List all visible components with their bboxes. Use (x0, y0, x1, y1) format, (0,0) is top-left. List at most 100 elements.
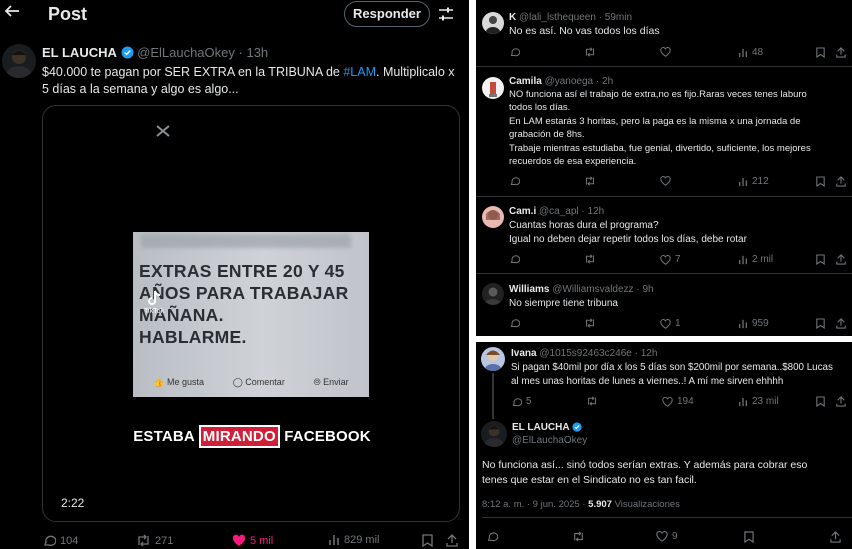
like-action[interactable] (660, 176, 671, 186)
reply-action[interactable]: 5 (511, 396, 532, 407)
messenger-icon: ⦾ (313, 377, 321, 387)
views-action[interactable]: 829 mil (328, 534, 379, 546)
share-icon[interactable] (836, 318, 846, 329)
bookmark-icon[interactable] (744, 531, 754, 543)
like-action[interactable]: 7 (660, 254, 681, 265)
reply-action[interactable]: 104 (42, 534, 78, 547)
share-icon[interactable] (446, 534, 458, 547)
comment-icon: ◯ (232, 377, 243, 387)
like-action[interactable]: 1 (660, 318, 681, 329)
repost-icon (586, 318, 594, 328)
bookmark-icon[interactable] (816, 47, 825, 58)
reply-avatar[interactable] (482, 12, 504, 34)
repost-action[interactable]: 271 (136, 534, 173, 547)
views-bar-chart-icon (739, 319, 747, 328)
repost-action[interactable] (572, 531, 585, 542)
share-icon[interactable] (836, 254, 846, 265)
post-header: EL LAUCHA @ElLauchaOkey · 13h (42, 45, 269, 60)
author-avatar[interactable] (481, 421, 507, 447)
back-arrow-icon[interactable] (4, 3, 22, 23)
share-icon[interactable] (830, 531, 841, 543)
share-icon[interactable] (836, 396, 846, 407)
verified-badge-icon (121, 46, 134, 59)
post-timestamp: 8:12 a. m. · 9 jun. 2025 · 5.907 Visuali… (482, 499, 680, 510)
author-handle[interactable]: @ElLauchaOkey (512, 435, 587, 446)
bookmark-icon[interactable] (816, 318, 825, 329)
share-icon[interactable] (836, 47, 846, 58)
heart-icon (232, 534, 246, 546)
views-action[interactable]: 23 mil (738, 396, 779, 407)
reply-icon (510, 319, 520, 328)
author-handle[interactable]: @ElLauchaOkey (137, 45, 235, 60)
repost-icon (586, 176, 594, 186)
reply-icon (44, 535, 56, 546)
hashtag-link[interactable]: #LAM (343, 65, 376, 79)
reply-header: EL LAUCHA (512, 422, 582, 433)
views-action[interactable]: 2 mil (738, 254, 773, 265)
reply-action[interactable] (509, 318, 520, 328)
heart-outline-icon (660, 318, 671, 329)
reply-text: NO funciona así el trabajo de extra,no e… (509, 89, 811, 168)
repost-icon (574, 531, 583, 542)
repost-action[interactable] (584, 254, 596, 264)
reply-header: Cam.i @ca_apl · 12h (509, 206, 605, 217)
reply-icon (510, 177, 520, 186)
like-action[interactable]: 194 (662, 396, 694, 407)
bookmark-icon[interactable] (422, 534, 433, 547)
repost-icon (138, 534, 149, 547)
views-bar-chart-icon (739, 177, 747, 186)
repost-action[interactable] (584, 176, 596, 186)
repost-icon (586, 254, 594, 264)
replies-panel-top: K @lali_lsthequeen · 59min No es así. No… (476, 0, 852, 336)
main-post-panel: Post Responder EL LAUCHA @ElLauchaOkey ·… (0, 0, 469, 549)
reply-action[interactable] (509, 47, 520, 57)
views-action[interactable]: 48 (738, 47, 763, 58)
views-bar-chart-icon (739, 48, 747, 57)
image-text: EXTRAS ENTRE 20 Y 45 AÑOS PARA TRABAJAR … (139, 261, 349, 347)
reply-avatar[interactable] (482, 77, 504, 99)
repost-action[interactable] (586, 396, 598, 406)
reply-header: Camila @yanoega · 2h (509, 76, 614, 87)
reply-avatar[interactable] (482, 283, 504, 305)
reply-action[interactable] (509, 254, 520, 264)
thumbs-up-icon: 👍 (153, 377, 165, 387)
reply-header: Ivana @1015s92463c246e · 12h (511, 348, 658, 359)
views-bar-chart-icon (739, 397, 747, 406)
thread-line (492, 373, 494, 419)
views-bar-chart-icon (739, 255, 747, 264)
bookmark-icon[interactable] (816, 396, 825, 407)
reply-action[interactable] (509, 176, 520, 186)
views-action[interactable]: 212 (738, 176, 769, 187)
bookmark-icon[interactable] (816, 254, 825, 265)
views-action[interactable]: 959 (738, 318, 769, 329)
author-name[interactable]: EL LAUCHA (42, 45, 117, 60)
like-action[interactable] (660, 47, 671, 57)
views-bar-chart-icon (329, 535, 339, 545)
reply-icon (510, 48, 520, 57)
video-caption: ESTABA MIRANDO FACEBOOK (43, 425, 459, 448)
reply-text: No siempre tiene tribuna (509, 298, 618, 309)
reply-avatar[interactable] (481, 347, 505, 371)
repost-action[interactable] (584, 47, 596, 57)
repost-action[interactable] (584, 318, 596, 328)
screenshot-image: EXTRAS ENTRE 20 Y 45 AÑOS PARA TRABAJAR … (133, 232, 369, 397)
like-action[interactable]: 5 mil (232, 534, 273, 547)
tiktok-watermark: TikTok (137, 290, 171, 326)
reply-icon (487, 532, 498, 542)
reply-text: Cuantas horas dura el programa? Igual no… (509, 220, 747, 245)
post-text: $40.000 te pagan por SER EXTRA en la TRI… (42, 65, 455, 96)
author-avatar[interactable] (2, 44, 36, 78)
post-video[interactable]: EXTRAS ENTRE 20 Y 45 AÑOS PARA TRABAJAR … (42, 105, 460, 522)
capcut-logo-icon (155, 124, 171, 141)
heart-outline-icon (660, 254, 671, 265)
like-action[interactable]: 9 (656, 531, 678, 542)
share-icon[interactable] (836, 176, 846, 187)
top-bar: Post Responder (0, 0, 469, 32)
reply-button[interactable]: Responder (344, 1, 430, 27)
reply-avatar[interactable] (482, 206, 504, 228)
bookmark-icon[interactable] (816, 176, 825, 187)
divider (476, 196, 852, 197)
facebook-action-bar: 👍 Me gusta ◯ Comentar ⦾ Enviar (153, 377, 349, 387)
reply-action[interactable] (486, 531, 498, 542)
settings-sliders-icon[interactable] (438, 6, 454, 22)
